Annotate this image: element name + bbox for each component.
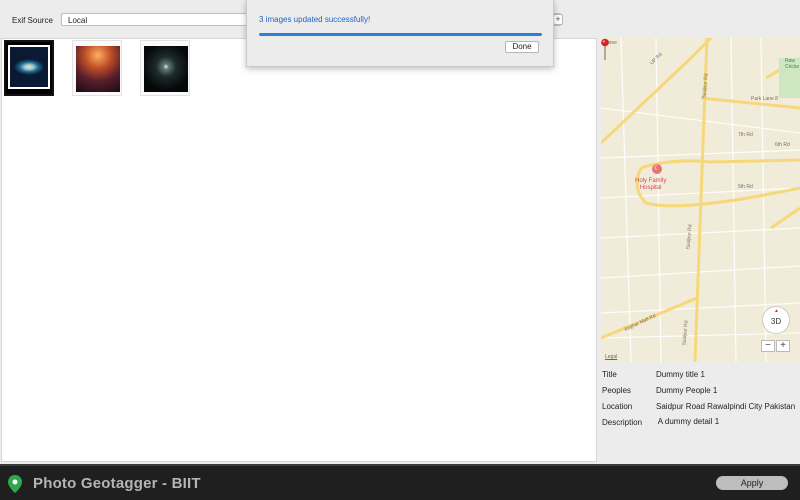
detail-label: Description (602, 418, 643, 427)
map-label-7th-rd: 7th Rd (738, 132, 753, 138)
image-thumbnail-corridor[interactable] (140, 40, 190, 96)
location-pin-icon (8, 475, 22, 493)
dark-corridor-image (144, 46, 188, 92)
map-label-cricket: Raw Cricke (785, 58, 800, 70)
detail-label: Title (602, 370, 617, 379)
detail-value[interactable]: Saidpur Road Rawalpindi City Pakistan (656, 402, 795, 411)
map-pin-icon[interactable] (601, 38, 611, 60)
zoom-in-button[interactable]: + (776, 340, 790, 352)
detail-row-location: Location Saidpur Road Rawalpindi City Pa… (601, 402, 800, 414)
galaxy-image (8, 45, 50, 89)
image-thumbnail-crowd[interactable] (72, 40, 122, 96)
detail-label: Peoples (602, 386, 631, 395)
add-button[interactable]: + (553, 14, 563, 25)
detail-value[interactable]: Dummy People 1 (656, 386, 717, 395)
progress-bar (259, 33, 542, 36)
detail-value[interactable]: Dummy title 1 (656, 370, 705, 379)
image-thumbnail-galaxy[interactable] (4, 40, 54, 96)
compass-north-icon: ▲ (774, 308, 779, 314)
detail-row-description: Description A dummy detail 1 (601, 417, 800, 430)
crowd-night-image (76, 46, 120, 92)
apply-button[interactable]: Apply (716, 476, 788, 490)
bottom-bar: Photo Geotagger - BIIT Apply (0, 466, 800, 500)
map-label-park-lane: Park Lane 8 (751, 96, 778, 102)
map-label-6th-rd: 6th Rd (775, 142, 790, 148)
image-details: Title Dummy title 1 Peoples Dummy People… (601, 362, 800, 462)
progress-fill (259, 33, 542, 36)
map-view[interactable]: Stree UP Rd Saidpur Rd Raw Cricke Park L… (601, 38, 800, 362)
detail-value[interactable]: A dummy detail 1 (656, 417, 719, 426)
success-message: 3 images updated successfully! (259, 15, 371, 24)
map-label-5th-rd: 5th Rd (738, 184, 753, 190)
zoom-out-button[interactable]: − (761, 340, 775, 352)
detail-row-peoples: Peoples Dummy People 1 (601, 386, 800, 398)
map-3d-button[interactable]: ▲ 3D (762, 306, 790, 334)
image-grid[interactable] (1, 38, 597, 462)
map-legal-link[interactable]: Legal (605, 354, 617, 360)
detail-row-title: Title Dummy title 1 (601, 370, 800, 382)
exif-source-label: Exif Source (12, 16, 53, 25)
map-3d-label: 3D (770, 317, 782, 326)
update-complete-sheet: 3 images updated successfully! Done (246, 0, 554, 67)
app-title: Photo Geotagger - BIIT (33, 475, 201, 492)
detail-label: Location (602, 402, 633, 411)
done-button[interactable]: Done (505, 41, 539, 53)
map-label-hospital: Holy Family Hospital (635, 178, 667, 191)
hospital-icon: ☾ (652, 164, 662, 174)
